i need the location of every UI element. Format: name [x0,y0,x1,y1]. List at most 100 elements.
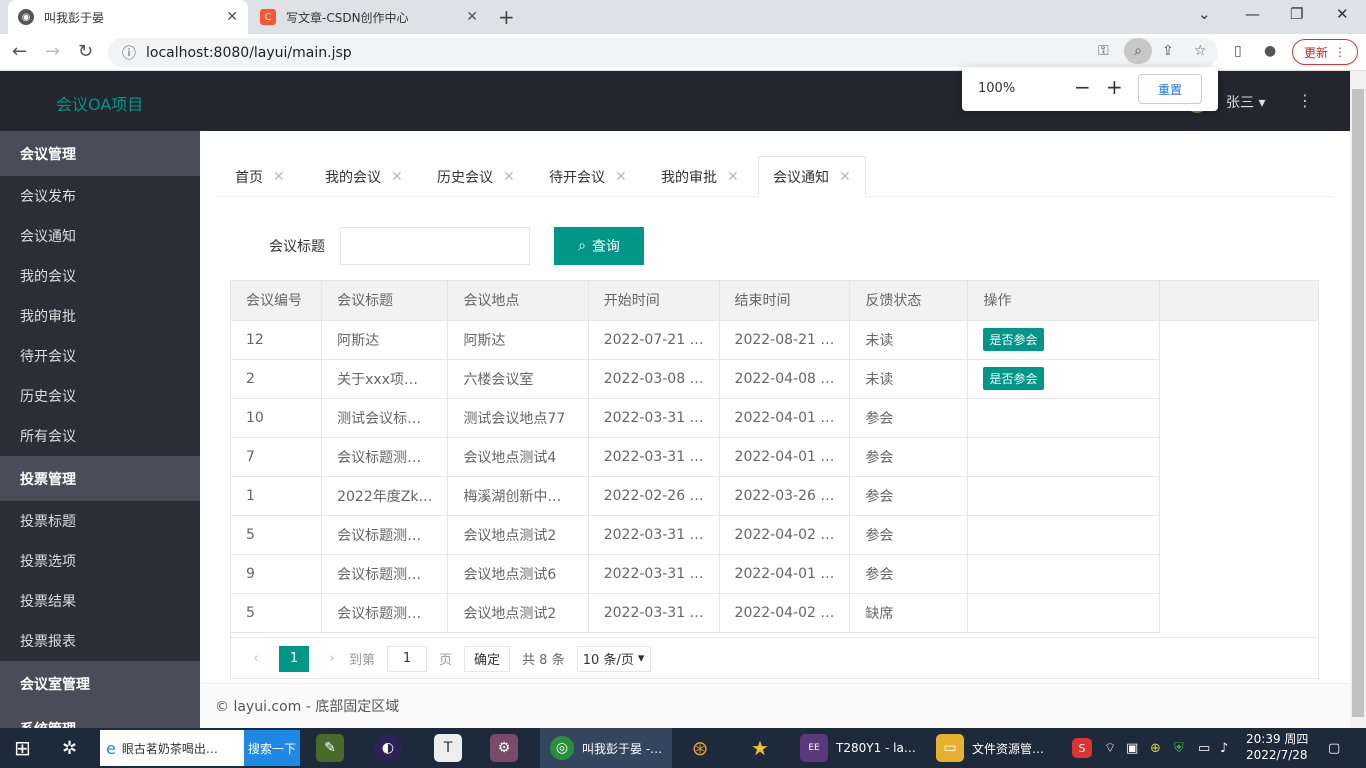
tab-history[interactable]: 历史会议 ✕ [437,156,515,197]
sidebar-item-publish[interactable]: 会议发布 [0,176,200,216]
taskbar-clock[interactable]: 20:39 周四 2022/7/28 [1246,731,1308,763]
close-icon[interactable]: ✕ [839,169,851,185]
table-row[interactable]: 5 会议标题测… 会议地点测试2 2022-03-31 … 2022-04-02 … 缺席 [231,593,1318,633]
table-row[interactable]: 5 会议标题测… 会议地点测试2 2022-03-31 … 2022-04-02 … 参会 [231,515,1318,555]
table-row[interactable]: 12 阿斯达 阿斯达 2022-07-21 … 2022-08-21 … 未读 是否参会 [231,320,1318,360]
close-tab-icon[interactable]: ✕ [466,9,478,25]
goto-confirm-button[interactable]: 确定 [464,645,511,672]
sidebar-group-system[interactable]: 系统管理 [0,706,200,728]
sidebar-item-notice[interactable]: 会议通知 [0,216,200,256]
volume-icon[interactable]: ♪ [1220,728,1228,768]
sidepanel-icon[interactable]: ▯ [1234,43,1242,59]
wps-icon[interactable]: S [1072,728,1092,768]
sidebar-item-pending[interactable]: 待开会议 [0,336,200,376]
tab-approvals[interactable]: 我的审批 ✕ [661,156,739,197]
sidebar-item-vote-options[interactable]: 投票选项 [0,541,200,581]
close-icon[interactable]: ✕ [503,169,515,185]
taskbar-search[interactable]: e 眼古茗奶茶喝出… 搜索一下 [100,730,300,766]
star-icon[interactable]: ☆ [1194,43,1207,59]
minimize-icon[interactable]: — [1245,5,1260,23]
prev-page-icon[interactable]: ‹ [243,651,269,666]
typora-icon[interactable]: T [434,728,462,768]
more-vertical-icon[interactable]: ⋮ [1297,91,1313,110]
maximize-icon[interactable]: ❐ [1290,5,1303,23]
sidebar-item-vote-report[interactable]: 投票报表 [0,621,200,661]
scrollbar-thumb[interactable] [1352,89,1364,717]
search-input[interactable] [340,227,530,265]
forward-icon[interactable]: → [45,41,60,62]
rings-icon[interactable]: ⊛ [686,728,714,768]
column-header[interactable]: 反馈状态 [849,281,969,321]
browser-tab-active[interactable]: ◉ 叫我彭于晏 ✕ [8,0,248,34]
goto-page-input[interactable]: 1 [387,645,428,672]
chevron-down-icon[interactable]: ⌄ [1198,5,1211,23]
close-icon[interactable]: ✕ [391,169,403,185]
taskbar-app-ide[interactable]: EE T280Y1 - la… [794,728,920,768]
pinwheel-icon[interactable]: ✲ [62,728,77,768]
reload-icon[interactable]: ↻ [78,41,93,62]
shield-icon[interactable]: ⛨ [1174,728,1184,768]
column-header[interactable]: 操作 [967,281,1161,321]
eclipse-icon[interactable]: ◐ [374,728,402,768]
close-icon[interactable]: ✕ [727,169,739,185]
close-icon[interactable]: ✕ [615,169,627,185]
close-tab-icon[interactable]: ✕ [226,9,238,25]
zoom-reset-button[interactable]: 重置 [1138,74,1202,104]
column-header[interactable]: 会议编号 [231,281,323,321]
table-row[interactable]: 10 测试会议标… 测试会议地点77 2022-03-31 … 2022-04-01 …… [231,398,1318,438]
sidebar-item-history[interactable]: 历史会议 [0,376,200,416]
current-page[interactable]: 1 [279,645,309,672]
update-button[interactable]: 更新 ⋮ [1292,39,1358,65]
tray-plus-icon[interactable]: ⊕ [1150,728,1161,768]
sidebar-group-meeting[interactable]: 会议管理 [0,131,200,176]
sidebar-item-vote-title[interactable]: 投票标题 [0,501,200,541]
profile-icon[interactable]: ● [1264,43,1276,59]
new-tab-icon[interactable]: + [498,5,515,29]
taskbar-app-chrome[interactable]: ◎ 叫我彭于晏 -… [540,728,672,768]
column-header[interactable]: 会议地点 [447,281,589,321]
zoom-out-icon[interactable]: − [1074,75,1091,99]
sidebar-item-all[interactable]: 所有会议 [0,416,200,456]
star-app-icon[interactable]: ★ [746,728,774,768]
sidebar-group-vote[interactable]: 投票管理 [0,456,200,501]
table-row[interactable]: 9 会议标题测… 会议地点测试6 2022-03-31 … 2022-04-01 … 参会 [231,554,1318,594]
tab-notice[interactable]: 会议通知 ✕ [758,156,866,197]
zoom-icon[interactable]: ⌕ [1124,38,1152,64]
key-icon[interactable]: ⚿ [1098,43,1109,59]
column-header[interactable]: 会议标题 [321,281,449,321]
battery-icon[interactable]: ▭ [1198,728,1210,768]
close-icon[interactable]: ✕ [273,169,285,185]
notification-icon[interactable]: ▢ [1328,728,1340,768]
share-icon[interactable]: ⇪ [1162,43,1174,59]
column-header[interactable]: 结束时间 [719,281,851,321]
taskbar-app-explorer[interactable]: ▭ 文件资源管… [928,728,1058,768]
table-row[interactable]: 2 关于xxx项… 六楼会议室 2022-03-08 … 2022-04-08 … 未读是… [231,359,1318,399]
tab-pending[interactable]: 待开会议 ✕ [549,156,627,197]
url-field[interactable]: ⓘ localhost:8080/layui/main.jsp [108,38,1218,67]
page-scrollbar[interactable] [1350,71,1366,728]
windows-start-icon[interactable]: ⊞ [14,728,31,768]
search-button[interactable]: ⌕ 查询 [554,227,644,265]
next-page-icon[interactable]: › [319,651,345,666]
column-header[interactable]: 开始时间 [588,281,720,321]
attend-button[interactable]: 是否参会 [983,367,1044,390]
sidebar-item-vote-results[interactable]: 投票结果 [0,581,200,621]
tray-app-icon[interactable]: ▣ [1126,728,1138,768]
tab-home[interactable]: 首页 ✕ [235,156,285,197]
attend-button[interactable]: 是否参会 [983,328,1044,351]
close-window-icon[interactable]: ✕ [1336,5,1349,23]
taskbar-search-button[interactable]: 搜索一下 [244,730,300,766]
tab-my-meetings[interactable]: 我的会议 ✕ [325,156,403,197]
page-size-select[interactable]: 10 条/页 ▾ [576,645,651,672]
sidebar-item-my-meetings[interactable]: 我的会议 [0,256,200,296]
sidebar-item-my-approvals[interactable]: 我的审批 [0,296,200,336]
table-row[interactable]: 7 会议标题测… 会议地点测试4 2022-03-31 … 2022-04-01 … 参会 [231,437,1318,477]
user-menu[interactable]: 张三 ▾ [1226,92,1265,112]
table-row[interactable]: 1 2022年度Zk… 梅溪湖创新中… 2022-02-26 … 2022-03-26 … [231,476,1318,516]
zoom-in-icon[interactable]: + [1106,75,1123,99]
back-icon[interactable]: ← [12,41,27,62]
tools-icon[interactable]: ✎ [316,728,344,768]
wifi-icon[interactable]: ⌔ [1104,728,1116,768]
sidebar-group-rooms[interactable]: 会议室管理 [0,661,200,706]
database-icon[interactable]: ⚙ [490,728,518,768]
